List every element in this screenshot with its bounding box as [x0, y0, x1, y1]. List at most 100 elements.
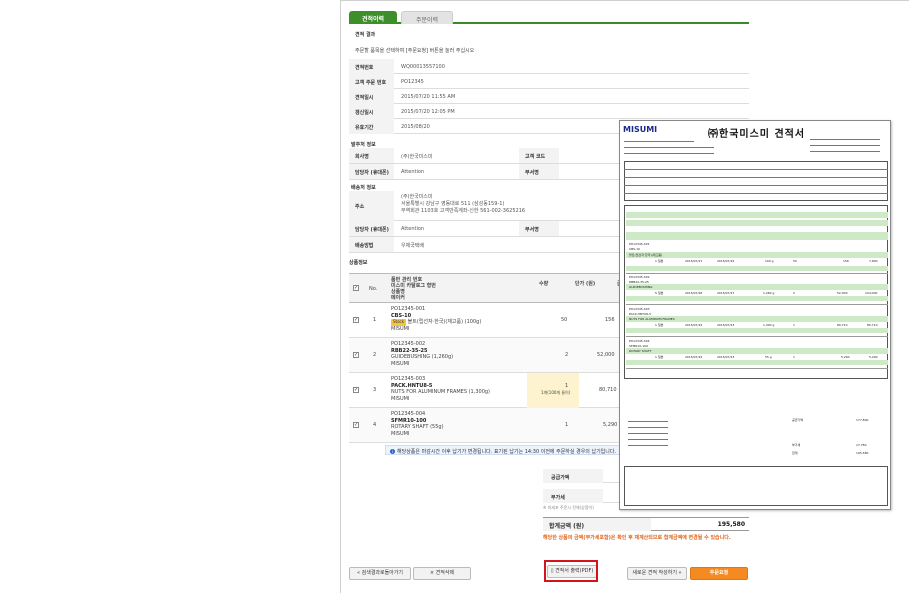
- product-name: ROTARY SHAFT (55g): [391, 424, 444, 430]
- row-no: 3: [373, 387, 377, 393]
- row-quantity: 1: [565, 383, 569, 389]
- company-label: 회사명: [349, 148, 394, 163]
- divider: [626, 273, 888, 274]
- q-item-amount: 104,000: [865, 291, 878, 295]
- q-item-qty: 1 일본: [655, 355, 664, 359]
- q-item-price: 52,000: [837, 291, 848, 295]
- col-quantity: 수량: [539, 281, 549, 287]
- quote-pdf-preview: MISUMI ㈜한국미스미 견적서 PO12345-001 CBS-10 볼트(…: [619, 120, 891, 510]
- company-value: (주)한국미스미: [401, 154, 433, 160]
- band: [626, 266, 888, 271]
- band: [626, 348, 888, 354]
- updated-date-label: 갱신일시: [349, 104, 394, 119]
- divider: [626, 336, 888, 337]
- delete-quote-button[interactable]: × 견적삭제: [413, 567, 471, 580]
- delivery-department-label: 부서명: [519, 221, 559, 236]
- order-request-button[interactable]: 주문요청: [690, 567, 748, 580]
- q-item-qty: 1 일본: [655, 259, 664, 263]
- q-total-value: 195,580: [856, 451, 869, 455]
- product-name: NUTS FOR ALUMINUM FRAMES (1,300g): [391, 389, 490, 395]
- divider: [626, 368, 888, 369]
- divider: [628, 445, 668, 446]
- row-unit-price: 80,710: [599, 387, 617, 393]
- q-item-weight: 100 g: [765, 259, 774, 263]
- quote-number-label: 견적번호: [349, 59, 394, 74]
- q-item-date2: 2015/07/23: [717, 355, 735, 359]
- tab-order-history[interactable]: 주문이력: [401, 11, 453, 24]
- row-unit-price: 5,290: [603, 422, 618, 428]
- q-total-value: 17,780: [856, 443, 867, 447]
- quote-date-label: 견적일시: [349, 89, 394, 104]
- band: [626, 252, 888, 258]
- quote-items-table: PO12345-001 CBS-10 볼트(립선자·한국)(재고품) 1 일본 …: [624, 205, 888, 379]
- contact-value: Attention: [401, 169, 425, 175]
- total-row: 합계금액 (원) 195,580: [543, 517, 749, 531]
- quote-number-value: WQ00013557100: [401, 64, 445, 70]
- q-total-value: 177,800: [856, 418, 869, 422]
- q-item-q: 1: [793, 355, 795, 359]
- tab-quote-history[interactable]: 견적이력: [349, 11, 397, 24]
- address-line: 서울특별시 강남구 영동대로 511 (삼성동159-1): [401, 201, 505, 207]
- band: [626, 284, 888, 290]
- row-checkbox[interactable]: ✓: [353, 352, 359, 358]
- band: [626, 328, 888, 333]
- row-product-info: PO12345-002 RBB22-35-25 GUIDEBUSHING (1,…: [391, 341, 453, 367]
- row-checkbox[interactable]: ✓: [353, 422, 359, 428]
- customer-code-label: 고객 코드: [519, 148, 559, 163]
- total-value: 195,580: [717, 521, 745, 528]
- result-note: 주문할 품목을 선택하여 [주문요청] 버튼을 눌러 주십시오: [355, 48, 475, 54]
- q-item-po: PO12345-001: [629, 242, 650, 246]
- price-warning: 해당한 상품의 금액(부가세포함)은 확인 후 재계산되므로 합계금액에 변경될…: [543, 535, 731, 541]
- table-row: 고객 주문 번호 PO12345: [349, 74, 749, 89]
- shipping-method-label: 배송방법: [349, 237, 394, 252]
- q-item-name: 볼트(립선자·한국)(재고품): [629, 253, 663, 257]
- maker: MISUMI: [391, 430, 410, 437]
- q-item-date2: 2015/07/27: [717, 291, 735, 295]
- q-item-date1: 2015/07/26: [685, 291, 703, 295]
- q-item-date1: 2015/07/21: [685, 259, 703, 263]
- q-item-qty: 1 일본: [655, 323, 664, 327]
- q-item-price: 5,290: [841, 355, 850, 359]
- quote-terms-box: [624, 466, 888, 506]
- row-no: 1: [373, 317, 377, 323]
- info-bar-text: 해당상품은 마감시간 이후 납기가 변경됩니다. 표기된 납기는 14:30 이…: [397, 449, 617, 455]
- col-product-info: 품번 관리 번호 미스미 카탈로그 형번 상품명 메이커: [391, 277, 436, 301]
- row-quantity: 50: [561, 317, 568, 323]
- divider: [628, 433, 668, 434]
- divider: [624, 193, 888, 194]
- q-item-q: 2: [793, 291, 795, 295]
- q-item-name: NUTS FOR ALUMINUM FRAMES: [629, 317, 675, 321]
- delivery-contact-label: 담당자 (휴대폰): [349, 221, 394, 236]
- select-all-checkbox[interactable]: ✓: [353, 285, 359, 291]
- quote-doc-title: ㈜한국미스미 견적서: [708, 129, 806, 140]
- maker: MISUMI: [391, 395, 410, 402]
- band: [626, 212, 888, 218]
- divider: [810, 151, 880, 152]
- q-total-label: 부가세: [792, 443, 801, 447]
- product-name: Stock 볼트(립선자·한국)(재고품) (100g): [391, 319, 482, 326]
- q-item-qty: 5 일본: [655, 291, 664, 295]
- row-unit-price: 52,000: [597, 352, 615, 358]
- q-item-price: 80,710: [837, 323, 848, 327]
- delivery-contact-value: Attention: [401, 226, 425, 232]
- summary-note: ※ 미세포 주문시 전체(상품이): [543, 505, 594, 510]
- customer-po-value: PO12345: [401, 79, 424, 85]
- new-quote-button[interactable]: 새로운 견적 작성하기 »: [627, 567, 687, 580]
- vat-label: 부가세: [543, 489, 603, 503]
- maker: MISUMI: [391, 325, 410, 332]
- row-quantity: 2: [565, 352, 569, 358]
- q-item-q: 1: [793, 323, 795, 327]
- divider: [628, 439, 668, 440]
- delivery-heading: 배송처 정보: [351, 185, 376, 191]
- q-item-date2: 2015/07/22: [717, 259, 735, 263]
- q-item-weight: 1,300 g: [763, 323, 775, 327]
- q-item-part: RBB22-35-25: [629, 280, 649, 284]
- products-heading: 상품정보: [349, 260, 368, 266]
- q-total-label: 합계: [792, 451, 798, 455]
- row-checkbox[interactable]: ✓: [353, 387, 359, 393]
- row-checkbox[interactable]: ✓: [353, 317, 359, 323]
- back-to-search-button[interactable]: « 검색결과로돌아가기: [349, 567, 411, 580]
- contact-label: 담당자 (휴대폰): [349, 164, 394, 179]
- product-name: GUIDEBUSHING (1,260g): [391, 354, 454, 360]
- divider: [624, 169, 888, 170]
